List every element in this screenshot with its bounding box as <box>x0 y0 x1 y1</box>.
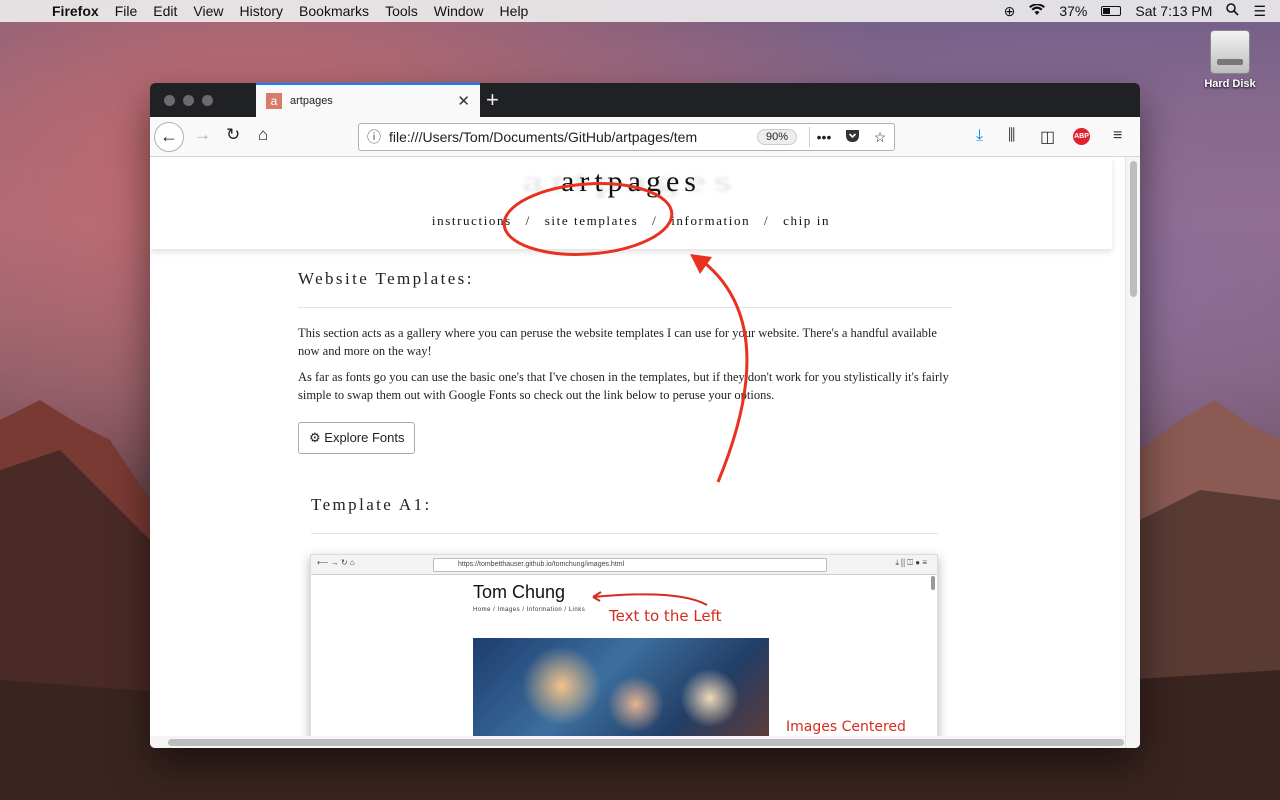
tab-bar: a artpages ✕ + <box>150 83 1140 117</box>
preview-note-images-centered: Images Centered <box>786 719 906 735</box>
home-button[interactable]: ⌂ <box>258 125 268 145</box>
hard-disk-label: Hard Disk <box>1204 78 1256 90</box>
page-heading: Website Templates: <box>298 269 474 288</box>
adblock-plus-icon[interactable]: ABP <box>1073 128 1090 145</box>
site-nav: instructions / site templates / informat… <box>150 213 1112 229</box>
nav-instructions[interactable]: instructions <box>432 213 512 228</box>
hard-disk-desktop-icon[interactable]: Hard Disk <box>1200 30 1260 90</box>
back-button[interactable]: ← <box>154 122 184 152</box>
wifi-icon[interactable] <box>1029 3 1046 19</box>
zoom-window-button[interactable] <box>202 94 213 106</box>
horizontal-scrollbar[interactable] <box>150 736 1125 748</box>
site-favicon: a <box>266 93 282 109</box>
page-actions-icon[interactable]: ••• <box>810 129 838 145</box>
menu-tools[interactable]: Tools <box>377 3 426 19</box>
vertical-scrollbar-thumb[interactable] <box>1130 161 1137 297</box>
preview-artwork-image <box>473 638 769 748</box>
window-controls <box>150 94 256 106</box>
firefox-window: a artpages ✕ + ← → ↻ ⌂ ⓘ file:///Users/T… <box>150 83 1140 748</box>
template-preview-screenshot[interactable]: ⟵ → ↻ ⌂ https://tombetthauser.github.io/… <box>310 554 938 748</box>
minimize-window-button[interactable] <box>183 94 194 106</box>
downloads-icon[interactable]: ⤓ <box>976 127 983 145</box>
preview-arrow-icon <box>592 591 708 606</box>
tab-artpages[interactable]: a artpages ✕ <box>256 83 480 117</box>
template-a1-section: Template A1: <box>298 495 952 534</box>
site-info-icon[interactable]: ⓘ <box>359 127 389 147</box>
template-divider <box>311 533 938 534</box>
preview-toolbar-icons: ⤓ ⫼ ◫ ● ≡ <box>895 558 927 567</box>
close-tab-icon[interactable]: ✕ <box>457 92 470 110</box>
hamburger-menu-icon[interactable]: ≡ <box>1113 127 1122 145</box>
bookmark-star-icon[interactable]: ☆ <box>866 129 894 146</box>
intro-paragraph: This section acts as a gallery where you… <box>298 326 937 358</box>
horizontal-scrollbar-thumb[interactable] <box>168 739 1124 746</box>
battery-percent: 37% <box>1059 3 1088 19</box>
preview-browser-toolbar: ⟵ → ↻ ⌂ https://tombetthauser.github.io/… <box>311 555 937 575</box>
menu-history[interactable]: History <box>231 3 291 19</box>
nav-separator: / <box>525 213 531 228</box>
gear-icon: ⚙ <box>309 430 321 445</box>
preview-url: https://tombetthauser.github.io/tomchung… <box>433 558 827 572</box>
notification-center-icon[interactable]: ☰ <box>1253 3 1266 20</box>
vertical-scrollbar[interactable] <box>1125 157 1140 748</box>
hard-disk-icon <box>1210 30 1250 74</box>
menu-file[interactable]: File <box>107 3 146 19</box>
menu-window[interactable]: Window <box>426 3 492 19</box>
main-content: Website Templates: This section acts as … <box>298 269 952 534</box>
spotlight-search-icon[interactable] <box>1226 3 1240 19</box>
preview-scrollbar <box>931 576 935 590</box>
menu-app-name[interactable]: Firefox <box>44 3 107 19</box>
menubar-clock[interactable]: Sat 7:13 PM <box>1135 3 1212 19</box>
menu-bookmarks[interactable]: Bookmarks <box>291 3 377 19</box>
heading-divider <box>298 307 952 308</box>
zoom-indicator[interactable]: 90% <box>756 129 797 145</box>
fonts-paragraph: As far as fonts go you can use the basic… <box>298 370 949 402</box>
forward-button[interactable]: → <box>194 125 211 145</box>
menubar-status-area: ⊕ 37% Sat 7:13 PM ☰ <box>1004 3 1280 20</box>
close-window-button[interactable] <box>164 94 175 106</box>
url-bar[interactable]: ⓘ file:///Users/Tom/Documents/GitHub/art… <box>358 123 895 151</box>
nav-information[interactable]: information <box>671 213 750 228</box>
battery-icon[interactable] <box>1101 6 1122 16</box>
nav-chip-in[interactable]: chip in <box>783 213 830 228</box>
preview-nav-icons: ⟵ → ↻ ⌂ <box>317 558 355 567</box>
url-text[interactable]: file:///Users/Tom/Documents/GitHub/artpa… <box>389 129 757 145</box>
new-tab-button[interactable]: + <box>486 87 499 113</box>
reload-button[interactable]: ↻ <box>226 125 240 145</box>
template-heading: Template A1: <box>311 495 432 514</box>
preview-site-title: Tom Chung <box>473 582 566 602</box>
library-icon[interactable]: ⫼ <box>1008 127 1015 145</box>
navigation-toolbar: ← → ↻ ⌂ ⓘ file:///Users/Tom/Documents/Gi… <box>150 117 1140 157</box>
preview-site-nav: Home / Images / Information / Links <box>473 607 586 613</box>
preview-note-text-left: Text to the Left <box>609 607 722 625</box>
explore-fonts-label: Explore Fonts <box>324 430 405 445</box>
menu-help[interactable]: Help <box>492 3 537 19</box>
nav-separator: / <box>652 213 658 228</box>
nav-separator: / <box>764 213 770 228</box>
site-header: artpages artpages instructions / site te… <box>150 157 1112 249</box>
tab-title: artpages <box>290 95 333 107</box>
nav-site-templates[interactable]: site templates <box>545 213 639 228</box>
explore-fonts-button[interactable]: ⚙ Explore Fonts <box>298 422 416 454</box>
page-content: artpages artpages instructions / site te… <box>150 157 1140 748</box>
menu-edit[interactable]: Edit <box>145 3 185 19</box>
pocket-icon[interactable] <box>838 129 866 146</box>
sidebar-icon[interactable]: ◫ <box>1040 127 1055 147</box>
site-brand[interactable]: artpages <box>150 165 1112 199</box>
screen-rotate-icon[interactable]: ⊕ <box>1004 3 1016 20</box>
macos-menubar: Firefox File Edit View History Bookmarks… <box>0 0 1280 22</box>
menu-view[interactable]: View <box>185 3 231 19</box>
